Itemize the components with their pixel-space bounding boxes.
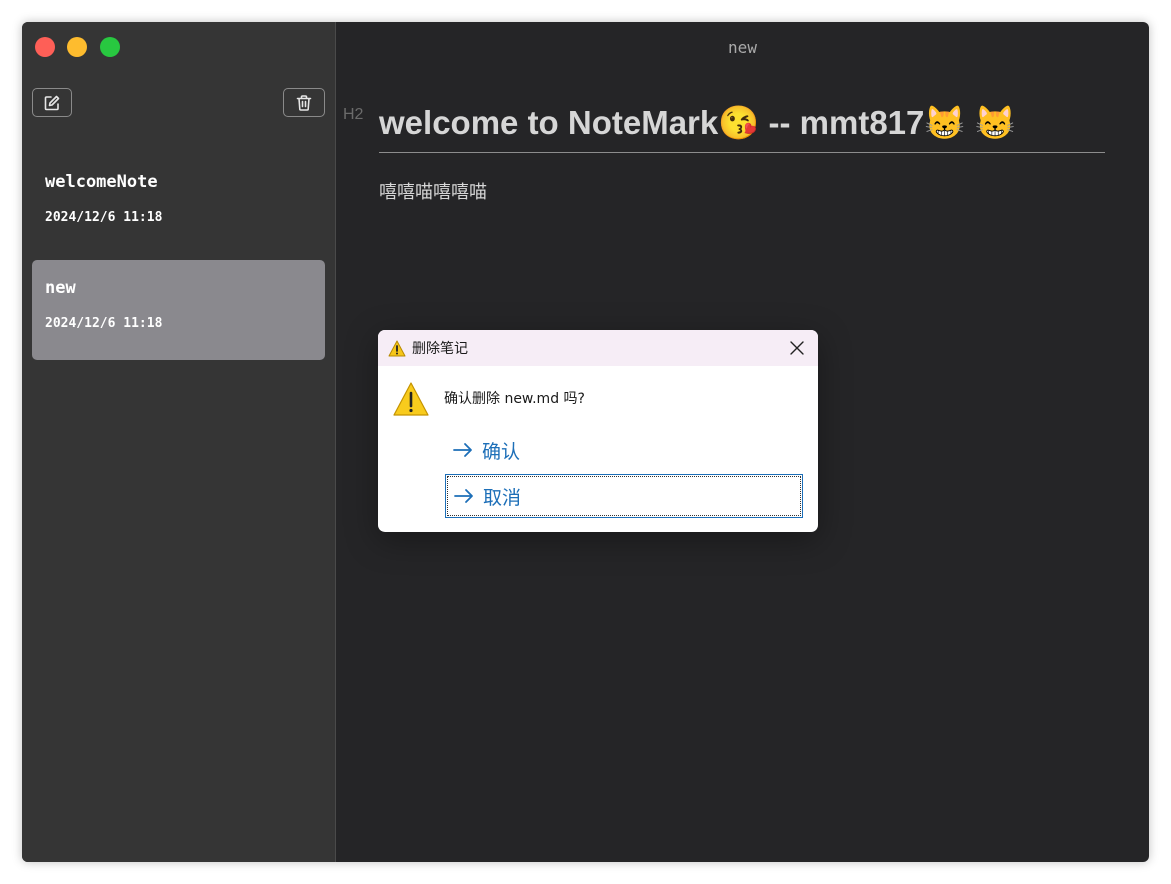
note-date: 2024/12/6 11:18 bbox=[45, 210, 163, 225]
new-note-button[interactable] bbox=[32, 88, 72, 117]
dialog-title: 删除笔记 bbox=[412, 341, 468, 357]
warning-icon bbox=[388, 340, 406, 356]
sidebar: welcomeNote 2024/12/6 11:18 new 2024/12/… bbox=[22, 22, 336, 862]
note-date: 2024/12/6 11:18 bbox=[45, 316, 163, 331]
note-title: new bbox=[45, 278, 76, 298]
window-title: new bbox=[728, 38, 757, 57]
note-item-new[interactable]: new 2024/12/6 11:18 bbox=[32, 260, 325, 360]
dialog-titlebar: 删除笔记 bbox=[378, 330, 818, 366]
maximize-window-button[interactable] bbox=[100, 37, 120, 57]
close-icon[interactable] bbox=[788, 339, 806, 357]
trash-icon bbox=[296, 94, 312, 111]
confirm-label: 确认 bbox=[482, 440, 521, 463]
warning-icon bbox=[393, 382, 429, 416]
arrow-right-icon bbox=[453, 443, 472, 457]
heading-level-marker: H2 bbox=[343, 106, 364, 123]
minimize-window-button[interactable] bbox=[67, 37, 87, 57]
arrow-right-icon bbox=[454, 489, 473, 503]
close-window-button[interactable] bbox=[35, 37, 55, 57]
note-body-text[interactable]: 嘻嘻喵嘻嘻喵 bbox=[379, 178, 487, 204]
dialog-message: 确认删除 new.md 吗? bbox=[444, 391, 585, 407]
note-item-welcomenote[interactable]: welcomeNote 2024/12/6 11:18 bbox=[32, 154, 325, 254]
cancel-label: 取消 bbox=[483, 486, 522, 509]
note-heading[interactable]: welcome to NoteMark😘 -- mmt817😸 😸 bbox=[379, 104, 1105, 153]
confirm-button[interactable]: 确认 bbox=[445, 428, 803, 472]
note-title: welcomeNote bbox=[45, 172, 158, 192]
cancel-button[interactable]: 取消 bbox=[445, 474, 803, 518]
delete-note-button[interactable] bbox=[283, 88, 325, 117]
new-note-icon bbox=[44, 95, 60, 110]
delete-confirm-dialog: 删除笔记 确认删除 new.md 吗? 确认 取消 bbox=[378, 330, 818, 532]
